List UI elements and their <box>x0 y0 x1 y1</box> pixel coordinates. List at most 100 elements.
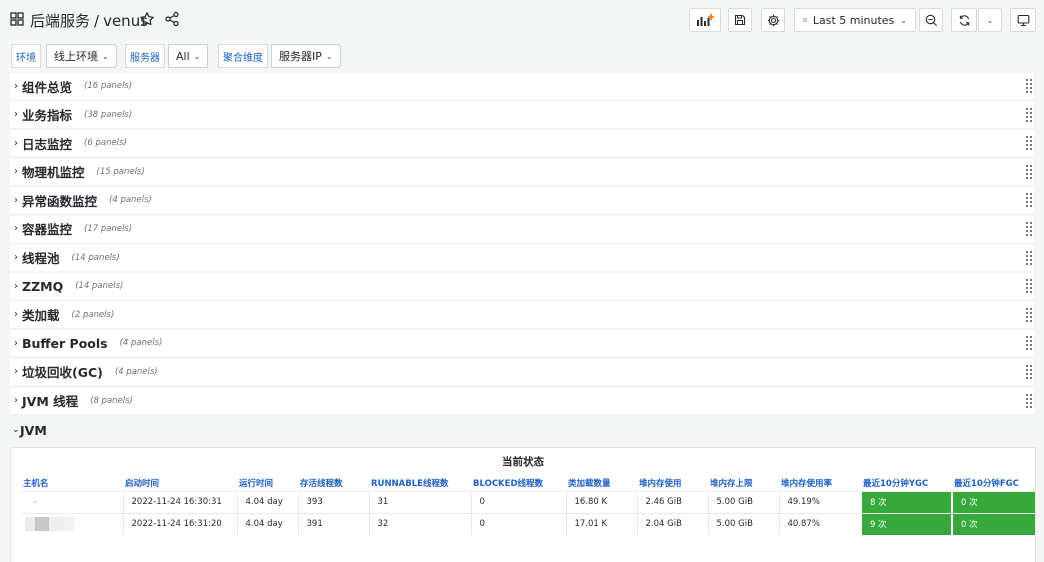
row-title[interactable]: 异常函数监控 <box>22 191 97 210</box>
time-range-picker[interactable]: Last 5 minutes ⌄ <box>794 8 916 32</box>
row-title[interactable]: 组件总览 <box>22 77 72 96</box>
panel-title[interactable]: 当前状态 <box>11 454 1035 469</box>
column-header[interactable]: 堆内存使用 <box>637 475 708 491</box>
column-header[interactable]: 堆内存上限 <box>708 475 779 491</box>
breadcrumb-folder[interactable]: 后端服务 <box>30 12 90 30</box>
share-icon[interactable] <box>164 11 180 27</box>
row-title[interactable]: 物理机监控 <box>22 162 85 181</box>
row-panel-count: (8 panels) <box>90 395 133 406</box>
row-title[interactable]: 垃圾回收(GC) <box>22 362 103 381</box>
variable-select-env[interactable]: 线上环境 ⌄ <box>46 44 117 68</box>
collapsed-row[interactable]: › ZZMQ (14 panels) <box>10 272 1034 301</box>
collapsed-row[interactable]: › Buffer Pools (4 panels) <box>10 329 1034 358</box>
status-cell-green: 9 次 <box>860 512 952 535</box>
column-header[interactable]: RUNNABLE线程数 <box>369 475 471 491</box>
row-title[interactable]: 容器监控 <box>22 219 72 238</box>
column-header[interactable]: BLOCKED线程数 <box>471 475 566 491</box>
drag-handle-icon[interactable] <box>1026 79 1032 93</box>
chevron-right-icon: › <box>14 109 18 121</box>
chevron-right-icon: › <box>14 309 18 321</box>
table-cell: 2.46 GiB <box>636 490 708 513</box>
column-header[interactable]: 运行时间 <box>237 475 298 491</box>
chevron-right-icon: › <box>14 395 18 407</box>
collapsed-row[interactable]: › 类加载 (2 panels) <box>10 301 1034 330</box>
redacted-hostname <box>25 517 75 532</box>
table-row: 2022-11-24 16:31:20 4.04 day 391 32 0 17… <box>21 512 1035 535</box>
table-cell: 49.19% <box>778 490 861 513</box>
status-cell-green: 0 次 <box>951 490 1035 513</box>
row-title[interactable]: 线程池 <box>22 248 60 267</box>
add-panel-icon <box>697 14 714 26</box>
column-header[interactable]: 类加载数量 <box>566 475 637 491</box>
collapsed-row[interactable]: › JVM 线程 (8 panels) <box>10 387 1034 416</box>
row-title[interactable]: JVM 线程 <box>22 391 78 410</box>
drag-handle-icon[interactable] <box>1026 193 1032 208</box>
collapsed-row[interactable]: › 日志监控 (6 panels) <box>10 129 1034 158</box>
drag-handle-icon[interactable] <box>1026 250 1032 265</box>
collapsed-row[interactable]: › 线程池 (14 panels) <box>10 244 1034 273</box>
refresh-button[interactable] <box>951 8 977 32</box>
column-header[interactable]: 最近10分钟YGC <box>861 475 952 491</box>
drag-handle-icon[interactable] <box>1026 136 1032 151</box>
table-cell: 17.01 K <box>565 512 637 535</box>
table-cell: 5.00 GiB <box>707 490 779 513</box>
dashboards-grid-icon[interactable] <box>10 12 24 26</box>
collapsed-row[interactable]: › 物理机监控 (15 panels) <box>10 158 1034 187</box>
dashboard-settings-button[interactable] <box>761 8 785 32</box>
variable-select-aggregation[interactable]: 服务器IP ⌄ <box>271 44 341 68</box>
row-panel-count: (17 panels) <box>84 223 133 234</box>
row-title[interactable]: 业务指标 <box>22 105 72 124</box>
drag-handle-icon[interactable] <box>1026 164 1032 179</box>
drag-handle-icon[interactable] <box>1026 107 1032 122</box>
chevron-down-icon: ⌄ <box>12 425 20 435</box>
add-panel-button[interactable] <box>689 8 721 32</box>
drag-handle-icon[interactable] <box>1026 279 1032 294</box>
collapsed-row[interactable]: › 业务指标 (38 panels) <box>10 101 1034 130</box>
status-cell-green: 8 次 <box>860 490 952 513</box>
column-header[interactable]: 堆内存使用率 <box>779 475 861 491</box>
drag-handle-icon[interactable] <box>1026 221 1032 236</box>
row-title[interactable]: JVM <box>20 423 47 438</box>
save-icon <box>734 14 746 26</box>
variable-select-server[interactable]: All ⌄ <box>168 44 209 68</box>
row-panel-count: (15 panels) <box>96 166 145 177</box>
breadcrumb: 后端服务 / venus <box>30 10 148 31</box>
save-dashboard-button[interactable] <box>728 8 752 32</box>
variable-label-aggregation: 聚合维度 <box>218 44 268 68</box>
status-table: 主机名 启动时间 运行时间 存活线程数 RUNNABLE线程数 BLOCKED线… <box>21 475 1035 535</box>
table-cell: 5.00 GiB <box>707 512 779 535</box>
star-icon[interactable] <box>139 11 155 27</box>
row-panel-count: (2 panels) <box>71 309 115 320</box>
drag-handle-icon[interactable] <box>1026 307 1032 322</box>
drag-handle-icon[interactable] <box>1026 336 1032 351</box>
cycle-view-mode-button[interactable] <box>1010 8 1036 32</box>
row-panel-count: (4 panels) <box>109 195 152 206</box>
drag-handle-icon[interactable] <box>1026 393 1032 408</box>
row-title[interactable]: Buffer Pools <box>22 336 108 351</box>
drag-handle-icon[interactable] <box>1026 364 1032 379</box>
chevron-down-icon: ⌄ <box>193 51 201 61</box>
row-title[interactable]: ZZMQ <box>22 279 63 294</box>
variable-value-env: 线上环境 <box>54 50 98 63</box>
collapsed-row[interactable]: › 垃圾回收(GC) (4 panels) <box>10 358 1034 387</box>
row-title[interactable]: 类加载 <box>22 305 60 324</box>
row-title[interactable]: 日志监控 <box>22 134 72 153</box>
status-cell-green: 0 次 <box>951 512 1035 535</box>
column-header[interactable]: 最近10分钟FGC <box>952 475 1035 491</box>
table-cell: 0 <box>470 490 566 513</box>
collapsed-row[interactable]: › 组件总览 (16 panels) <box>10 72 1034 101</box>
refresh-interval-dropdown[interactable]: ⌄ <box>978 8 1002 32</box>
expanded-row-header[interactable]: ⌄ JVM <box>10 421 47 439</box>
table-cell: 4.04 day <box>236 512 298 535</box>
collapsed-row[interactable]: › 异常函数监控 (4 panels) <box>10 186 1034 215</box>
zoom-out-icon <box>925 14 937 26</box>
collapsed-row[interactable]: › 容器监控 (17 panels) <box>10 215 1034 244</box>
column-header[interactable]: 存活线程数 <box>298 475 369 491</box>
row-panel-count: (6 panels) <box>84 138 127 149</box>
host-cell <box>21 512 123 535</box>
clock-icon <box>803 18 807 22</box>
column-header[interactable]: 启动时间 <box>123 475 237 491</box>
zoom-out-button[interactable] <box>919 8 943 32</box>
chevron-right-icon: › <box>14 252 18 264</box>
column-header[interactable]: 主机名 <box>21 475 123 491</box>
